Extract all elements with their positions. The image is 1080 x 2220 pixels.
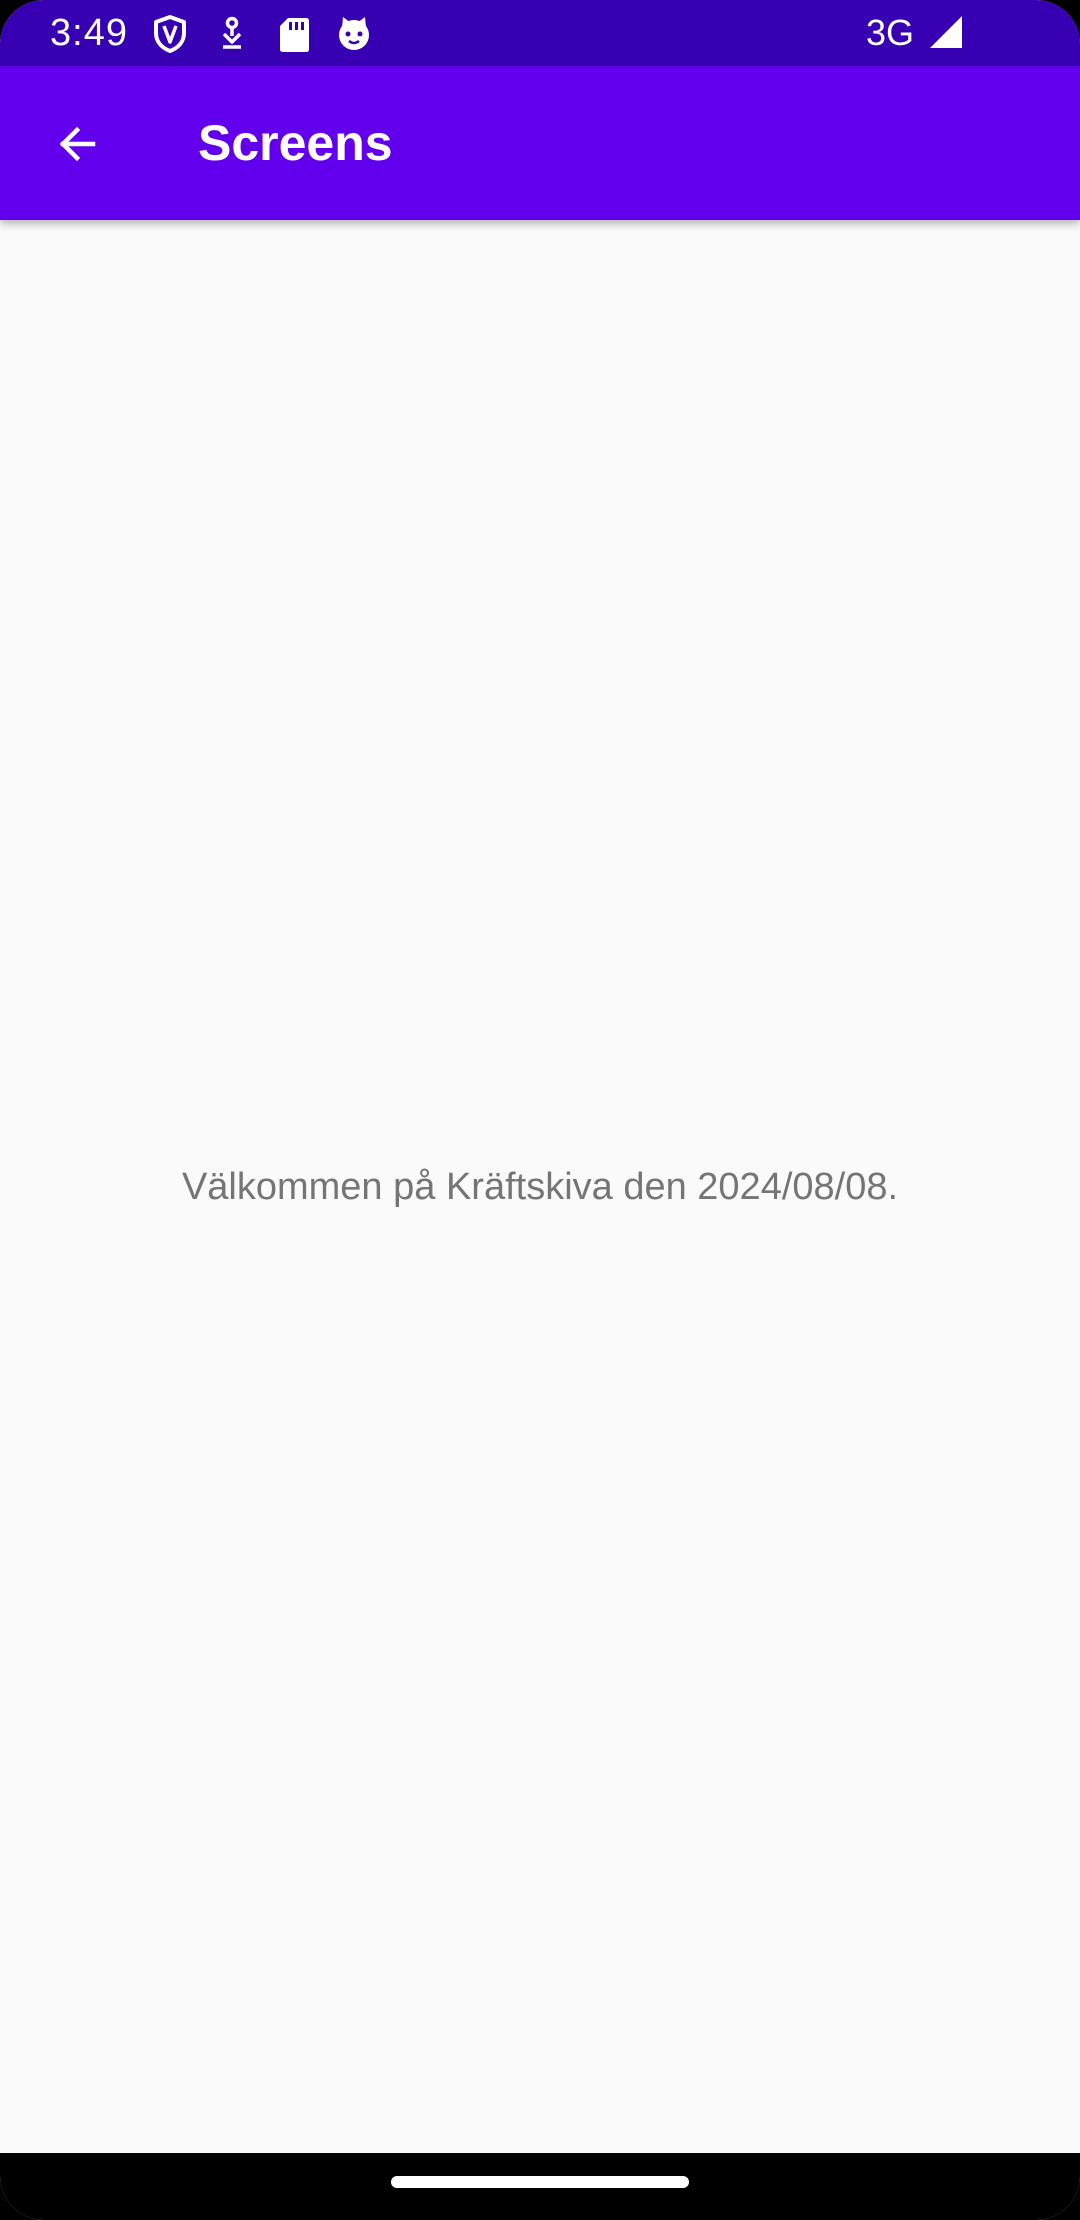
page-title: Screens <box>198 115 393 171</box>
download-icon <box>212 14 252 54</box>
network-type-label: 3G <box>866 12 915 53</box>
navigation-bar <box>0 2153 1080 2220</box>
screen: 3:49 3G Screens Välkommen på Kräftskiva … <box>0 0 1080 2220</box>
home-gesture-handle[interactable] <box>391 2176 689 2188</box>
shield-icon <box>150 14 190 54</box>
arrow-back-icon <box>53 120 101 173</box>
signal-icon <box>928 14 964 50</box>
sd-card-icon <box>274 14 314 54</box>
status-time: 3:49 <box>50 12 128 54</box>
app-bar: Screens <box>0 66 1080 220</box>
back-button[interactable] <box>32 101 122 191</box>
status-bar: 3:49 3G <box>0 0 1080 66</box>
welcome-message: Välkommen på Kräftskiva den 2024/08/08. <box>181 1166 899 1208</box>
cat-face-icon <box>334 14 374 54</box>
